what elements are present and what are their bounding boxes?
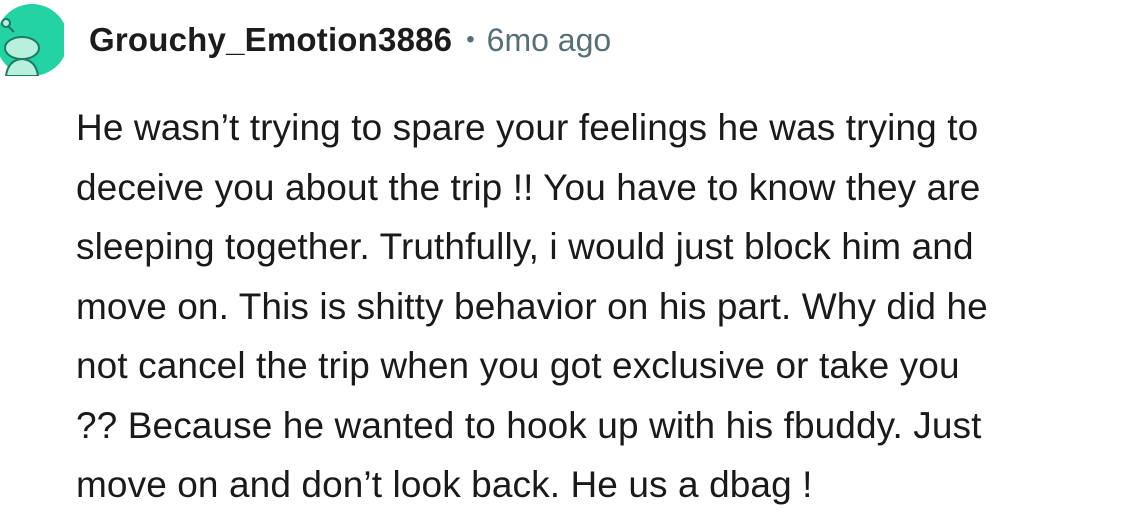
meta-separator: • xyxy=(466,26,475,53)
avatar[interactable] xyxy=(0,4,68,77)
comment-text-line: move on and don’t look back. He us a dba… xyxy=(76,464,813,505)
comment-text-line: not cancel the trip when you got exclusi… xyxy=(76,345,960,386)
snoo-avatar-icon xyxy=(0,4,68,77)
comment-text-line: ?? Because he wanted to hook up with his… xyxy=(76,404,982,446)
comment-text-line: He wasn’t trying to spare your feelings … xyxy=(76,107,979,148)
comment-header: Grouchy_Emotion3886 • 6mo ago xyxy=(89,18,611,62)
timestamp[interactable]: 6mo ago xyxy=(487,22,612,59)
comment-text-line: move on. This is shitty behavior on his … xyxy=(76,285,988,327)
username[interactable]: Grouchy_Emotion3886 xyxy=(89,21,452,59)
comment-body: He wasn’t trying to spare your feelings … xyxy=(76,98,1146,515)
comment: Grouchy_Emotion3886 • 6mo ago He wasn’t … xyxy=(0,0,1146,514)
comment-text-line: deceive you about the trip !! You have t… xyxy=(76,166,981,208)
comment-text-line: sleeping together. Truthfully, i would j… xyxy=(76,226,974,267)
